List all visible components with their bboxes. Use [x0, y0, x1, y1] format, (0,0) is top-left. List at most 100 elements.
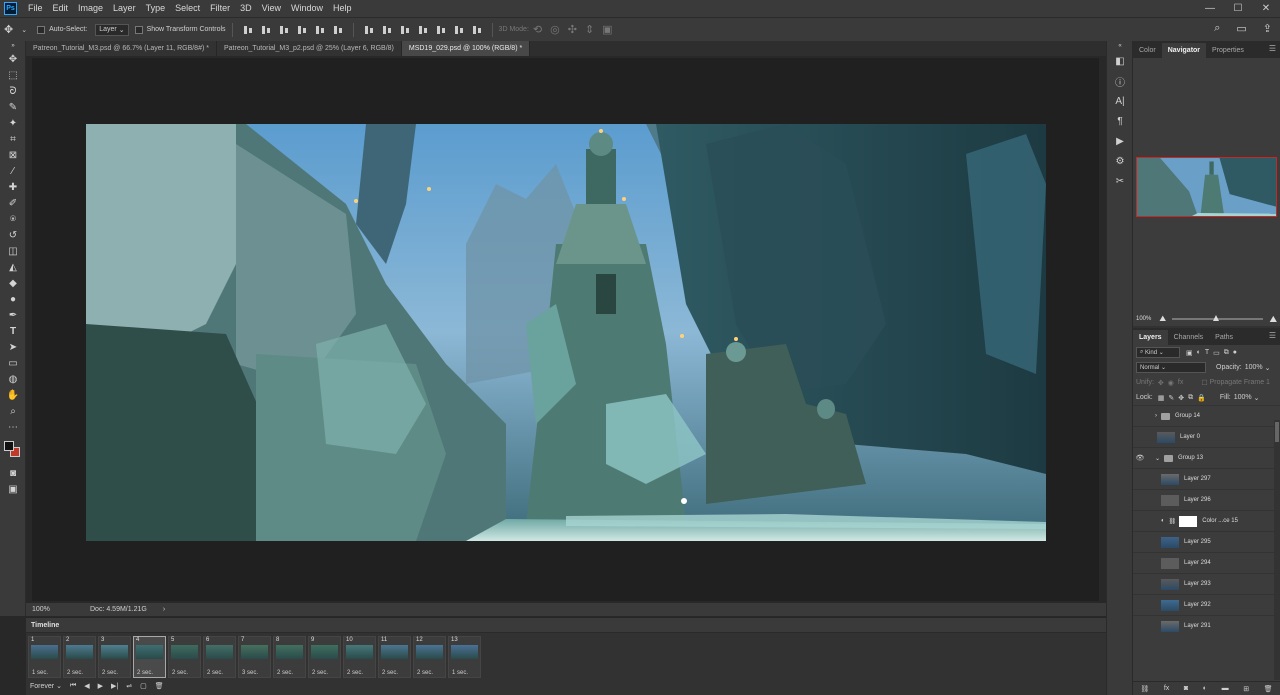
layer-name[interactable]: Layer 296 — [1184, 497, 1211, 503]
filter-adjustment-icon[interactable]: ◐ — [1197, 349, 1201, 356]
layer-name[interactable]: Layer 292 — [1184, 602, 1211, 608]
3d-orbit-icon[interactable]: ⟲ — [533, 23, 542, 36]
menu-item-3d[interactable]: 3D — [235, 0, 257, 17]
timeline-frame[interactable]: 5 2 sec. — [168, 636, 201, 678]
layer-row[interactable]: 👁 ⌄ Group 13 — [1133, 447, 1280, 468]
menu-item-edit[interactable]: Edit — [48, 0, 74, 17]
move-tool-icon[interactable]: ✥ — [0, 51, 26, 67]
collapse-icon[interactable]: » — [0, 41, 26, 51]
layer-name[interactable]: Layer 295 — [1184, 539, 1211, 545]
new-layer-icon[interactable]: ⊞ — [1243, 685, 1249, 693]
share-icon[interactable]: ⇪ — [1263, 22, 1272, 35]
tween-icon[interactable]: ⇌ — [126, 682, 132, 690]
align-bottom-icon[interactable] — [278, 25, 290, 35]
document-tab[interactable]: MSD19_029.psd @ 100% (RGB/8) * — [401, 41, 531, 56]
timeline-frame[interactable]: 12 2 sec. — [413, 636, 446, 678]
layer-name[interactable]: Layer 294 — [1184, 560, 1211, 566]
align-right-icon[interactable] — [332, 25, 344, 35]
crop-tool-icon[interactable]: ⌗ — [0, 131, 26, 147]
delete-frame-icon[interactable]: 🗑 — [155, 682, 164, 690]
align-left-icon[interactable] — [296, 25, 308, 35]
layer-name[interactable]: Layer 291 — [1184, 623, 1211, 629]
fill-value[interactable]: 100% — [1234, 394, 1252, 401]
frame-delay[interactable]: 2 sec. — [312, 670, 328, 676]
layer-row[interactable]: Layer 294 — [1133, 552, 1280, 573]
previous-frame-icon[interactable]: ◀ — [84, 682, 89, 690]
frame-delay[interactable]: 1 sec. — [452, 670, 468, 676]
lasso-tool-icon[interactable]: ᘐ — [0, 83, 26, 99]
distribute-horizontal-icon[interactable] — [435, 25, 447, 35]
foreground-color[interactable] — [4, 441, 14, 451]
align-top-icon[interactable] — [242, 25, 254, 35]
chevron-right-icon[interactable]: › — [1155, 413, 1157, 419]
clone-stamp-icon[interactable]: ⍟ — [0, 211, 26, 227]
align-vertical-center-icon[interactable] — [260, 25, 272, 35]
paragraph-icon[interactable]: ¶ — [1107, 111, 1133, 131]
layer-name[interactable]: Group 13 — [1178, 455, 1203, 461]
menu-item-help[interactable]: Help — [328, 0, 357, 17]
tab-channels[interactable]: Channels — [1168, 330, 1210, 345]
timeline-frame[interactable]: 10 2 sec. — [343, 636, 376, 678]
menu-item-view[interactable]: View — [257, 0, 286, 17]
3d-slide-icon[interactable]: ⇕ — [585, 23, 594, 36]
history-brush-icon[interactable]: ↺ — [0, 227, 26, 243]
filter-pixel-icon[interactable]: ▣ — [1186, 349, 1193, 357]
pen-tool-icon[interactable]: ✒ — [0, 307, 26, 323]
marquee-tool-icon[interactable]: ⬚ — [0, 67, 26, 83]
character-icon[interactable]: A| — [1107, 91, 1133, 111]
unify-visibility-icon[interactable]: ◉ — [1168, 379, 1174, 387]
timeline-frame[interactable]: 4 2 sec. — [133, 636, 166, 678]
blend-mode-select[interactable]: Normal ⌄ — [1136, 362, 1206, 373]
tab-color[interactable]: Color — [1133, 43, 1162, 58]
distribute-left-icon[interactable] — [417, 25, 429, 35]
frame-delay[interactable]: 2 sec. — [67, 670, 83, 676]
actions-icon[interactable]: ▶ — [1107, 131, 1133, 151]
layer-style-icon[interactable]: fx — [1164, 685, 1169, 692]
panel-menu-icon[interactable]: ☰ — [1269, 44, 1276, 53]
scroll-thumb[interactable] — [1275, 422, 1279, 442]
3d-roll-icon[interactable]: ◎ — [550, 23, 560, 36]
filter-type-icon[interactable]: T — [1205, 349, 1209, 356]
fill-dropdown-icon[interactable]: ⌄ — [1254, 394, 1260, 402]
auto-align-icon[interactable] — [471, 25, 483, 35]
menu-item-type[interactable]: Type — [141, 0, 171, 17]
brush-tool-icon[interactable]: ✐ — [0, 195, 26, 211]
more-tools-icon[interactable]: ⋯ — [0, 419, 26, 435]
blur-tool-icon[interactable]: ◆ — [0, 275, 26, 291]
timeline-frame[interactable]: 8 2 sec. — [273, 636, 306, 678]
tab-paths[interactable]: Paths — [1209, 330, 1239, 345]
link-icon[interactable]: ⛓ — [1169, 518, 1177, 525]
3d-scale-icon[interactable]: ▣ — [602, 23, 612, 36]
zoom-tool-icon[interactable]: ⌕ — [0, 403, 26, 419]
document-tab[interactable]: Patreon_Tutorial_M3_p2.psd @ 25% (Layer … — [216, 41, 402, 56]
zoom-out-icon[interactable]: ⛰ — [1159, 314, 1166, 324]
chevron-down-icon[interactable]: ⌄ — [21, 26, 27, 34]
layer-name[interactable]: Layer 293 — [1184, 581, 1211, 587]
timeline-frame[interactable]: 7 3 sec. — [238, 636, 271, 678]
3d-rotate-icon[interactable]: ◍ — [0, 371, 26, 387]
layer-name[interactable]: Group 14 — [1175, 413, 1200, 419]
timeline-frame[interactable]: 9 2 sec. — [308, 636, 341, 678]
loop-select[interactable]: Forever ⌄ — [30, 682, 62, 690]
distribute-right-icon[interactable] — [453, 25, 465, 35]
layer-row[interactable]: Layer 291 — [1133, 615, 1280, 636]
magic-wand-icon[interactable]: ✦ — [0, 115, 26, 131]
lock-all-icon[interactable]: 🔒 — [1197, 394, 1206, 402]
frame-delay[interactable]: 2 sec. — [417, 670, 433, 676]
layer-row[interactable]: ◐ ⛓ Color ...ce 15 — [1133, 510, 1280, 531]
frame-delay[interactable]: 2 sec. — [207, 670, 223, 676]
timeline-frame[interactable]: 3 2 sec. — [98, 636, 131, 678]
layer-row[interactable]: Layer 296 — [1133, 489, 1280, 510]
search-icon[interactable]: ⌕ — [1214, 22, 1220, 35]
dodge-tool-icon[interactable]: ● — [0, 291, 26, 307]
menu-item-layer[interactable]: Layer — [108, 0, 141, 17]
maximize-icon[interactable]: ☐ — [1224, 0, 1252, 17]
lock-pixels-icon[interactable]: ✎ — [1168, 394, 1174, 402]
auto-select-checkbox[interactable] — [37, 25, 46, 34]
paint-bucket-icon[interactable]: ◭ — [0, 259, 26, 275]
layer-row[interactable]: Layer 292 — [1133, 594, 1280, 615]
tab-layers[interactable]: Layers — [1133, 330, 1168, 345]
distribute-bottom-icon[interactable] — [399, 25, 411, 35]
show-transform-checkbox[interactable] — [134, 25, 143, 34]
quick-selection-tool-icon[interactable]: ✎ — [0, 99, 26, 115]
